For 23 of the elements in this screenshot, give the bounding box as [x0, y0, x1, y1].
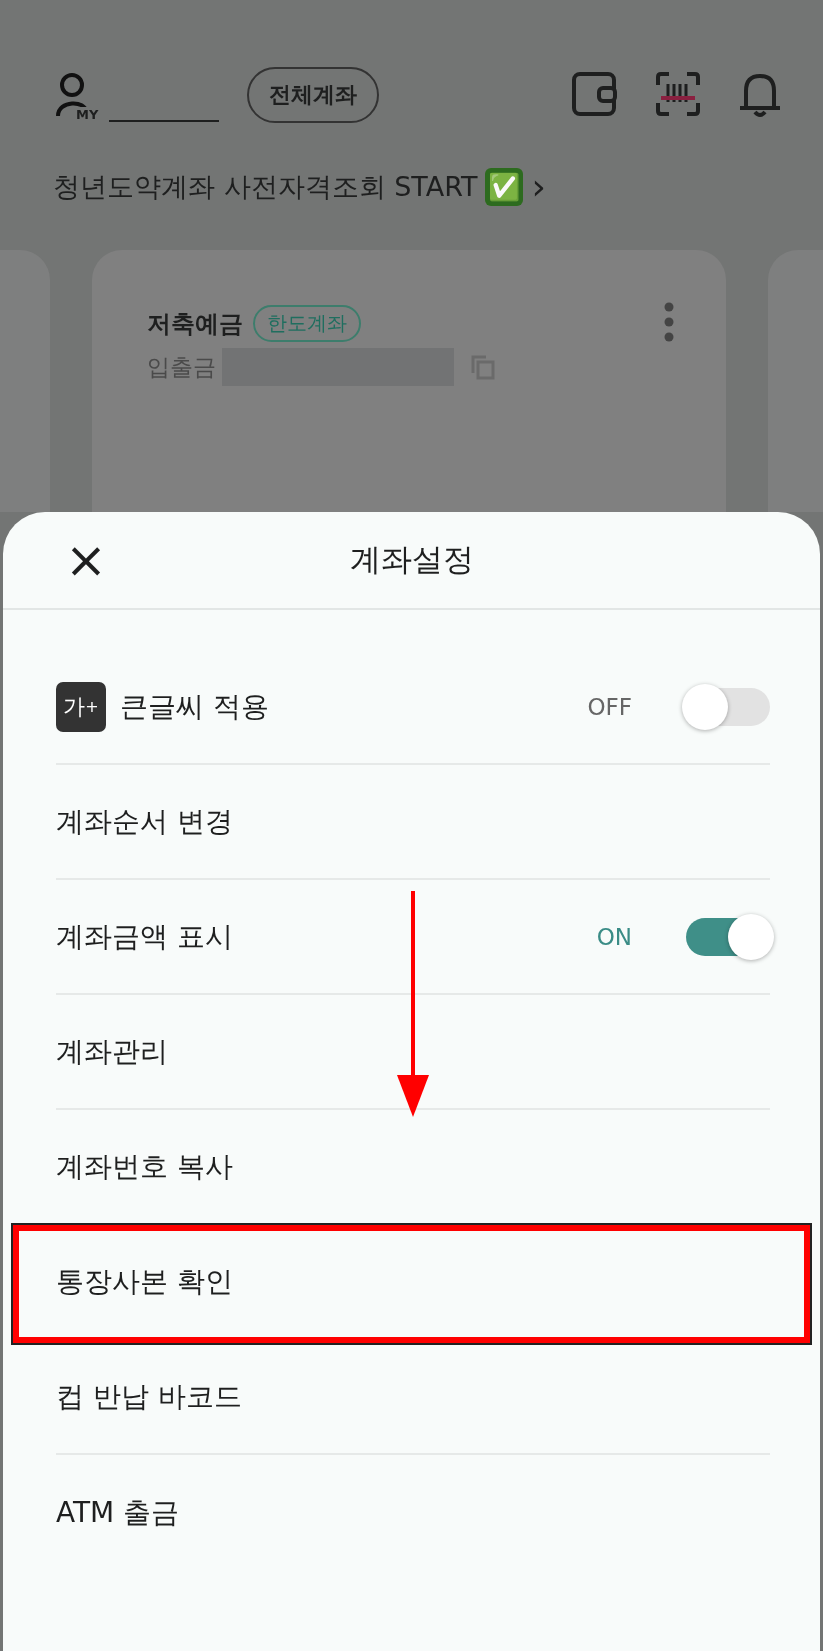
toggle-state-label: ON: [596, 923, 632, 950]
toggle-state-label: OFF: [587, 693, 632, 720]
account-tag: 한도계좌: [253, 305, 361, 342]
chevron-right-icon[interactable]: ›: [531, 169, 546, 205]
setting-item[interactable]: 컵 반납 바코드: [56, 1377, 242, 1416]
barcode-scan-icon[interactable]: [655, 71, 701, 117]
wallet-icon[interactable]: [571, 71, 619, 117]
setting-item[interactable]: 통장사본 확인: [56, 1262, 233, 1301]
setting-item[interactable]: 계좌순서 변경: [56, 802, 233, 841]
setting-item[interactable]: 계좌번호 복사: [56, 1147, 233, 1186]
setting-item[interactable]: ATM 출금: [56, 1493, 180, 1532]
setting-item[interactable]: 계좌금액 표시: [56, 917, 233, 956]
setting-item[interactable]: 큰글씨 적용: [120, 687, 269, 726]
bell-icon[interactable]: [737, 71, 783, 119]
profile-label: MY: [75, 107, 100, 122]
more-icon[interactable]: [664, 302, 674, 342]
check-emoji: ✅: [485, 168, 524, 206]
sheet-title: 계좌설정: [349, 540, 474, 579]
setting-item[interactable]: 계좌관리: [56, 1032, 168, 1071]
all-accounts-button[interactable]: 전체계좌: [247, 67, 380, 123]
account-name: 저축예금: [147, 308, 243, 340]
close-button[interactable]: ×: [65, 540, 107, 580]
promo-text[interactable]: 청년도약계좌 사전자격조회 START: [53, 169, 478, 205]
